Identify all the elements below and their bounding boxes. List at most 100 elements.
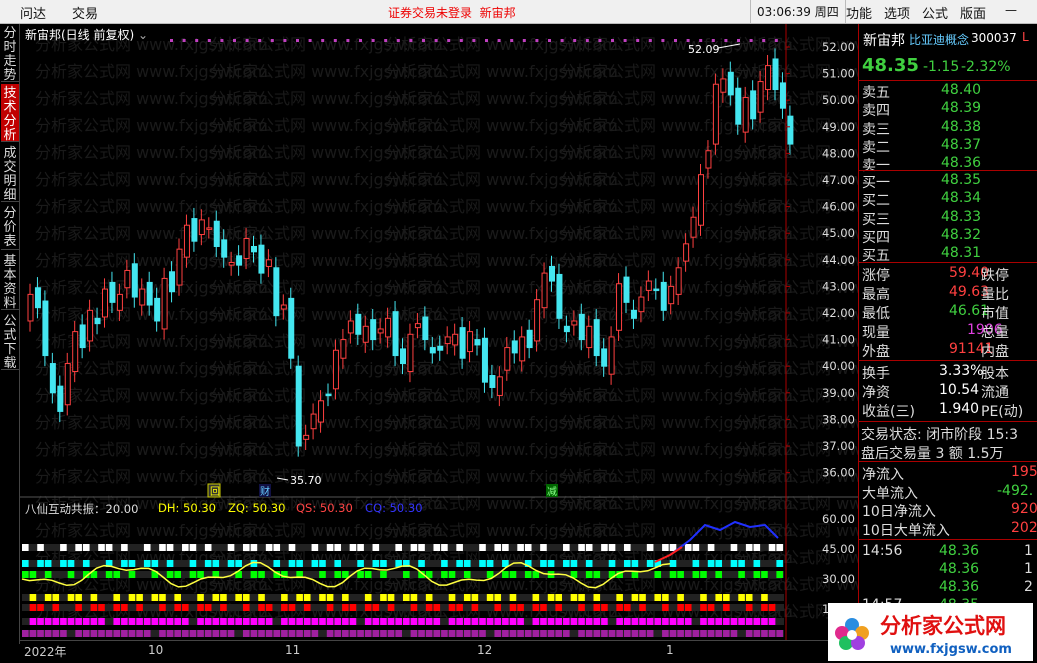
signal-cell: [372, 544, 380, 551]
signal-cell: [669, 560, 677, 567]
menu-formula[interactable]: 公式: [922, 3, 948, 22]
candle: [347, 320, 354, 334]
date-label: 2022年: [24, 645, 67, 659]
tab-trades[interactable]: 成交明细: [1, 144, 19, 203]
price-tick: 36.00: [822, 466, 855, 480]
low-label: 35.70: [290, 474, 322, 487]
candle: [332, 349, 339, 390]
signal-cell: [502, 630, 509, 637]
signal-cell: [60, 560, 67, 567]
signal-cell: [593, 571, 601, 578]
signal-cell: [242, 630, 250, 637]
signal-cell: [753, 630, 761, 637]
signal-cell: [60, 544, 67, 551]
tab-formula-download[interactable]: 公式下载: [1, 312, 19, 371]
tab-price-table[interactable]: 分价表: [1, 204, 19, 250]
signal-cell: [471, 618, 479, 625]
tab-intraday[interactable]: 分时走势: [1, 24, 19, 83]
tab-fundamentals[interactable]: 基本资料: [1, 252, 19, 311]
signal-cell: [258, 618, 265, 625]
signal-cell: [547, 618, 555, 625]
signal-cell: [723, 604, 730, 611]
price-tick: 41.00: [822, 333, 855, 347]
signal-cell: [136, 604, 143, 611]
candle: [154, 297, 161, 322]
concept-link[interactable]: 比亚迪概念: [909, 31, 969, 48]
signal-cell: [52, 630, 60, 637]
minimize-icon[interactable]: —: [1005, 3, 1017, 17]
indicator-name[interactable]: 八仙互动共振：20.00: [25, 501, 138, 517]
chart-title[interactable]: 新宙邦(日线 前复权) ⌄: [25, 26, 148, 43]
signal-cell: [608, 544, 616, 551]
signal-cell: [418, 630, 425, 637]
signal-cell: [768, 630, 776, 637]
signal-cell: [52, 594, 60, 601]
kline-chart[interactable]: 分析家公式网 www.fxjgsw.com分析家公式网 www.fxjgsw.c…: [20, 24, 858, 644]
signal-cell: [463, 560, 471, 567]
signal-cell: [547, 560, 555, 567]
signal-cell: [646, 560, 654, 567]
signal-cell: [410, 630, 418, 637]
signal-cell: [380, 630, 387, 637]
menu-wenda[interactable]: 问达: [20, 3, 46, 22]
signal-cell: [395, 618, 402, 625]
signal-cell: [433, 604, 441, 611]
candle: [243, 238, 250, 259]
candle: [787, 115, 794, 145]
price-tick: 51.00: [822, 67, 855, 81]
signal-cell: [113, 594, 121, 601]
candle: [467, 331, 474, 353]
signal-cell: [265, 604, 273, 611]
menu-trade[interactable]: 交易: [72, 3, 98, 22]
signal-cell: [524, 544, 532, 551]
candle: [511, 340, 518, 354]
signal-cell: [227, 618, 235, 625]
signal-cell: [768, 618, 776, 625]
price-tick: 40.00: [822, 359, 855, 373]
signal-cell: [578, 544, 585, 551]
menu-layout[interactable]: 版面: [960, 3, 986, 22]
candle: [280, 304, 287, 310]
signal-cell: [98, 630, 105, 637]
signal-cell: [745, 618, 753, 625]
signal-cell: [738, 594, 745, 601]
candle: [519, 336, 526, 362]
candle: [437, 345, 444, 351]
signal-cell: [82, 544, 90, 551]
candle: [645, 280, 652, 291]
menu-options[interactable]: 选项: [884, 3, 910, 22]
signal-cell: [166, 560, 174, 567]
signal-cell: [212, 618, 220, 625]
marker-hui: 回: [210, 486, 220, 498]
signal-cell: [639, 630, 646, 637]
signal-cell: [730, 618, 738, 625]
signal-cell: [326, 544, 334, 551]
signal-cell: [60, 630, 67, 637]
signal-cell: [456, 544, 463, 551]
signal-cell: [303, 594, 311, 601]
signal-cell: [433, 544, 441, 551]
candle: [213, 220, 220, 247]
menu-function[interactable]: 功能: [846, 3, 872, 22]
signal-cell: [121, 618, 128, 625]
signal-cell: [677, 618, 684, 625]
signal-cell: [288, 630, 296, 637]
signal-cell: [357, 544, 364, 551]
signal-cell: [159, 618, 166, 625]
signal-cell: [730, 544, 738, 551]
signal-cell: [113, 618, 121, 625]
signal-cell: [349, 604, 357, 611]
signal-cell: [204, 630, 212, 637]
signal-cell: [288, 560, 296, 567]
candle: [616, 283, 623, 331]
login-status[interactable]: 证券交易未登录 新宙邦: [388, 4, 516, 21]
signal-cell: [387, 618, 395, 625]
signal-cell: [334, 571, 342, 578]
signal-cell: [403, 571, 410, 578]
tab-technical[interactable]: 技术分析: [1, 84, 19, 143]
signal-cell: [768, 544, 776, 551]
candle: [712, 83, 719, 145]
signal-cell: [227, 544, 235, 551]
signal-cell: [776, 571, 783, 578]
candle: [742, 97, 749, 133]
